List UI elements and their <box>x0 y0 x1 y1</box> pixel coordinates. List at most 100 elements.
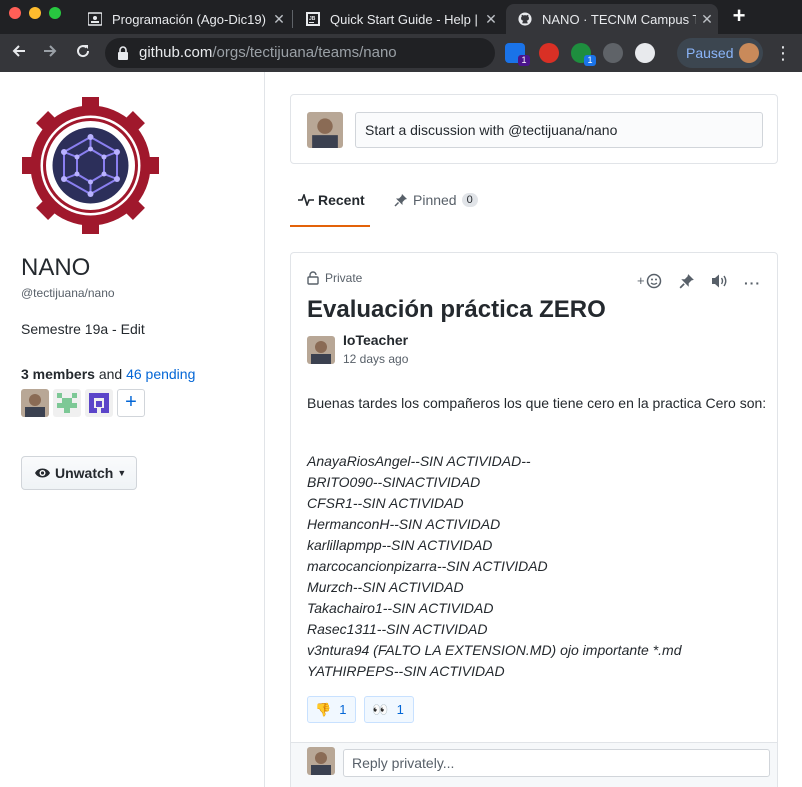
zoom-window-button[interactable] <box>49 7 61 19</box>
list-item: AnayaRiosAngel--SIN ACTIVIDAD-- <box>307 453 531 469</box>
private-label: Private <box>307 271 362 285</box>
url-host: github.com <box>139 44 213 61</box>
person-photo-icon <box>307 336 335 364</box>
minimize-window-button[interactable] <box>29 7 41 19</box>
lock-icon <box>118 46 128 60</box>
members-count-link[interactable]: 3 members <box>21 366 95 382</box>
list-item: marcocancionpizarra--SIN ACTIVIDAD <box>307 558 548 574</box>
arrow-right-icon <box>44 45 57 57</box>
pulse-icon <box>298 194 314 206</box>
post-body: Buenas tardes los compañeros los que tie… <box>307 395 767 411</box>
pinned-counter: 0 <box>461 193 478 207</box>
list-item: HermanconH--SIN ACTIVIDAD <box>307 516 501 532</box>
close-tab-icon[interactable]: ✕ <box>480 11 502 28</box>
unwatch-label: Unwatch <box>55 465 114 481</box>
arrow-left-icon <box>12 45 25 57</box>
browser-toolbar: github.com/orgs/tectijuana/teams/nano ☆ … <box>0 34 802 72</box>
avatar <box>307 112 343 148</box>
browser-tab-nano[interactable]: NANO · TECNM Campus Ti ✕ <box>506 4 718 34</box>
tab-recent-label: Recent <box>318 192 365 208</box>
team-handle: @tectijuana/nano <box>21 286 115 300</box>
post-actions: + ··· <box>637 273 761 292</box>
forward-button[interactable] <box>39 42 61 64</box>
back-button[interactable] <box>8 42 30 64</box>
identicon-purple-icon <box>85 389 113 417</box>
team-logo <box>22 97 159 234</box>
list-item: YATHIRPEPS--SIN ACTIVIDAD <box>307 663 505 679</box>
discussion-post: Private + ··· Evaluación práctica ZERO I… <box>290 252 778 787</box>
private-text: Private <box>325 271 363 285</box>
avatar[interactable] <box>53 389 81 417</box>
tab-pinned[interactable]: Pinned 0 <box>394 192 478 208</box>
list-item: Murzch--SIN ACTIVIDAD <box>307 579 464 595</box>
avatar <box>307 747 335 775</box>
url-path: /orgs/tectijuana/teams/nano <box>212 44 397 61</box>
start-discussion-input[interactable]: Start a discussion with @tectijuana/nano <box>355 112 763 148</box>
discussion-tabs: Recent Pinned 0 <box>290 184 778 228</box>
github-icon <box>518 12 532 26</box>
person-photo-icon <box>21 389 49 417</box>
reaction-count: 1 <box>339 702 347 717</box>
list-item: Rasec1311--SIN ACTIVIDAD <box>307 621 488 637</box>
caret-down-icon: ▼ <box>117 468 127 478</box>
profile-avatar <box>739 43 759 63</box>
extension-badge: 1 <box>584 55 596 66</box>
reply-area: Reply privately... <box>291 742 777 787</box>
red-hand-extension-icon[interactable] <box>539 43 559 63</box>
person-photo-icon <box>307 747 335 775</box>
thumbs-down-reaction-button[interactable]: 👎 1 <box>307 696 357 723</box>
members-and-text: and <box>98 366 123 382</box>
team-description[interactable]: Semestre 19a - Edit <box>21 321 145 337</box>
more-options-icon[interactable]: ··· <box>744 275 761 291</box>
browser-tab-programacion[interactable]: Programación (Ago-Dic19) ✕ <box>76 4 290 34</box>
inactive-student-list: AnayaRiosAngel--SIN ACTIVIDAD-- BRITO090… <box>307 451 682 682</box>
white-extension-icon[interactable] <box>635 43 655 63</box>
pin-post-icon[interactable] <box>679 273 695 292</box>
tab-title: Programación (Ago-Dic19) <box>112 11 266 27</box>
identicon-green-icon <box>53 389 81 417</box>
avatar[interactable] <box>21 389 49 417</box>
list-item: BRITO090--SINACTIVIDAD <box>307 474 481 490</box>
github-team-page: NANO @tectijuana/nano Semestre 19a - Edi… <box>0 72 802 787</box>
avatar[interactable] <box>307 336 335 364</box>
list-item: karlillapmpp--SIN ACTIVIDAD <box>307 537 493 553</box>
member-avatar-list: + <box>21 389 145 417</box>
eyes-reaction-button[interactable]: 👀 1 <box>364 696 414 723</box>
avatar[interactable] <box>85 389 113 417</box>
post-timestamp[interactable]: 12 days ago <box>343 352 408 366</box>
classroom-icon <box>88 12 102 26</box>
thumbs-down-icon: 👎 <box>315 701 332 717</box>
tab-pinned-label: Pinned <box>413 192 457 208</box>
list-item: Takachairo1--SIN ACTIVIDAD <box>307 600 494 616</box>
unwatch-button[interactable]: Unwatch ▼ <box>21 456 137 490</box>
extension-badge: 1 <box>518 55 530 66</box>
reload-icon <box>77 45 90 58</box>
gray-extension-icon[interactable] <box>603 43 623 63</box>
pending-members-link[interactable]: 46 pending <box>126 366 195 382</box>
tab-title: NANO · TECNM Campus Ti <box>542 11 696 27</box>
post-author[interactable]: IoTeacher <box>343 332 408 348</box>
browser-menu-icon[interactable]: ⋮ <box>774 40 792 66</box>
browser-tab-quick-start[interactable]: JB Quick Start Guide - Help | ✕ <box>294 4 502 34</box>
close-tab-icon[interactable]: ✕ <box>268 11 290 28</box>
post-title[interactable]: Evaluación práctica ZERO <box>307 296 606 324</box>
close-tab-icon[interactable]: ✕ <box>696 11 718 28</box>
add-member-button[interactable]: + <box>117 389 145 417</box>
speaker-icon[interactable] <box>711 273 728 292</box>
svg-text:+: + <box>637 273 645 288</box>
add-reaction-icon[interactable]: + <box>637 273 663 292</box>
svg-text:JB: JB <box>309 16 316 22</box>
reload-button[interactable] <box>72 42 94 64</box>
reaction-list: 👎 1 👀 1 <box>307 696 414 723</box>
eye-icon <box>35 468 50 478</box>
new-tab-button[interactable]: + <box>728 5 750 28</box>
reply-input[interactable]: Reply privately... <box>343 749 770 777</box>
start-discussion-box: Start a discussion with @tectijuana/nano <box>290 94 778 164</box>
active-tab-indicator <box>290 225 370 227</box>
tab-recent[interactable]: Recent <box>298 192 365 208</box>
profile-paused-button[interactable]: Paused <box>677 38 763 68</box>
green-extension-icon[interactable]: 1 <box>571 43 596 66</box>
address-bar[interactable]: github.com/orgs/tectijuana/teams/nano ☆ <box>105 38 586 68</box>
close-window-button[interactable] <box>9 7 21 19</box>
blue-extension-icon[interactable]: 1 <box>505 43 530 66</box>
